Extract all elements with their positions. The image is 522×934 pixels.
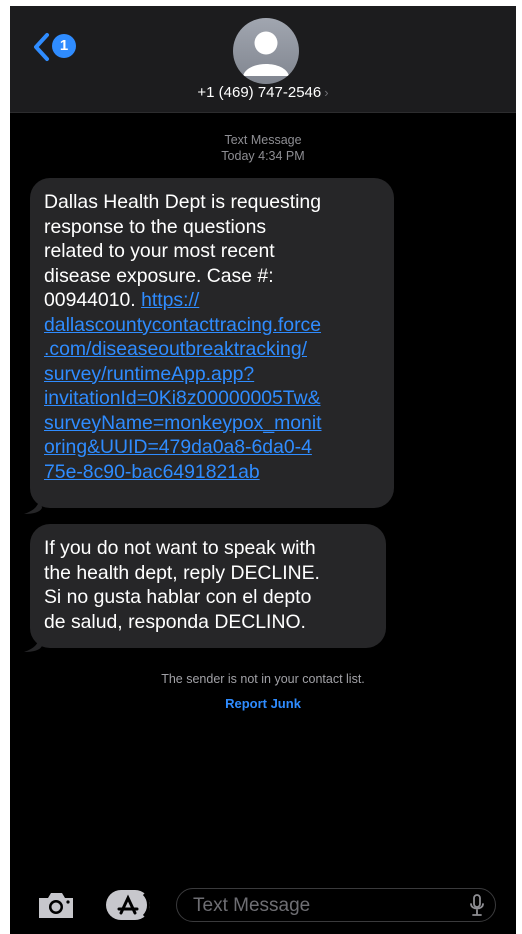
- message-text-line: response to the questions: [44, 215, 267, 238]
- message-text-line: Si no gusta hablar con el depto: [44, 586, 312, 608]
- message-text-line: de salud, responda DECLINO.: [44, 610, 306, 633]
- survey-link[interactable]: dallascountycontacttracing.force: [44, 314, 321, 336]
- message-composer-bar: Text Message: [10, 876, 516, 934]
- microphone-icon[interactable]: [469, 894, 485, 916]
- contact-name-button[interactable]: +1 (469) 747-2546 ›: [10, 84, 516, 101]
- back-button[interactable]: 1: [32, 30, 92, 64]
- contact-number: +1 (469) 747-2546: [197, 84, 322, 101]
- unknown-sender-notice: The sender is not in your contact list.: [161, 672, 365, 686]
- bubble-tail-icon: [24, 632, 42, 652]
- bubble-tail-icon: [24, 494, 42, 514]
- camera-icon[interactable]: [36, 890, 76, 920]
- survey-link[interactable]: 75e-8c90-bac6491821ab: [44, 461, 260, 483]
- message-text-line: related to your most recent: [44, 240, 275, 262]
- link-line[interactable]: 75e-8c90-bac6491821ab: [44, 460, 380, 485]
- survey-link[interactable]: .com/diseaseoutbreaktracking/: [44, 338, 307, 360]
- link-line[interactable]: dallascountycontacttracing.force: [44, 313, 380, 338]
- messages-screen: 1 +1 (469) 747-2546 › Text Message Today …: [10, 6, 516, 934]
- contact-chevron-icon: ›: [324, 85, 329, 100]
- message-text-line: disease exposure. Case #:: [44, 264, 274, 287]
- app-store-button[interactable]: [106, 890, 150, 920]
- message-input[interactable]: Text Message: [176, 888, 496, 922]
- survey-link[interactable]: oring&UUID=479da0a8-6da0-4: [44, 436, 312, 458]
- message-bubble[interactable]: Dallas Health Dept is requesting respons…: [30, 178, 394, 508]
- message-input-placeholder: Text Message: [193, 895, 311, 916]
- link-line[interactable]: .com/diseaseoutbreaktracking/: [44, 337, 380, 362]
- link-line[interactable]: surveyName=monkeypox_monit: [44, 411, 380, 436]
- survey-link[interactable]: invitationId=0Ki8z00000005Tw&: [44, 387, 321, 409]
- app-store-icon: [117, 892, 150, 918]
- time-label: Today 4:34 PM: [221, 149, 305, 163]
- service-label: Text Message: [224, 133, 302, 147]
- message-text-line: If you do not want to speak with: [44, 537, 316, 559]
- survey-link[interactable]: surveyName=monkeypox_monit: [44, 412, 322, 434]
- message-text-line: the health dept, reply DECLINE.: [44, 561, 320, 584]
- conversation-header: 1 +1 (469) 747-2546 ›: [10, 6, 516, 113]
- message-bubble[interactable]: If you do not want to speak with the hea…: [30, 524, 386, 648]
- message-text-line: Dallas Health Dept is requesting: [44, 191, 321, 213]
- message-text-line: 00944010. https://: [44, 288, 380, 313]
- contact-avatar-icon[interactable]: [233, 18, 299, 84]
- back-chevron-icon: [34, 33, 49, 61]
- survey-link[interactable]: survey/runtimeApp.app?: [44, 363, 254, 385]
- link-line[interactable]: invitationId=0Ki8z00000005Tw&: [44, 386, 380, 411]
- report-junk-link[interactable]: Report Junk: [10, 696, 516, 711]
- case-number: 00944010.: [44, 289, 142, 311]
- survey-link[interactable]: https://: [141, 289, 199, 311]
- message-timestamp: Text Message Today 4:34 PM: [10, 132, 516, 164]
- unread-badge: 1: [52, 34, 76, 58]
- link-line[interactable]: survey/runtimeApp.app?: [44, 362, 380, 387]
- link-line[interactable]: oring&UUID=479da0a8-6da0-4: [44, 435, 380, 460]
